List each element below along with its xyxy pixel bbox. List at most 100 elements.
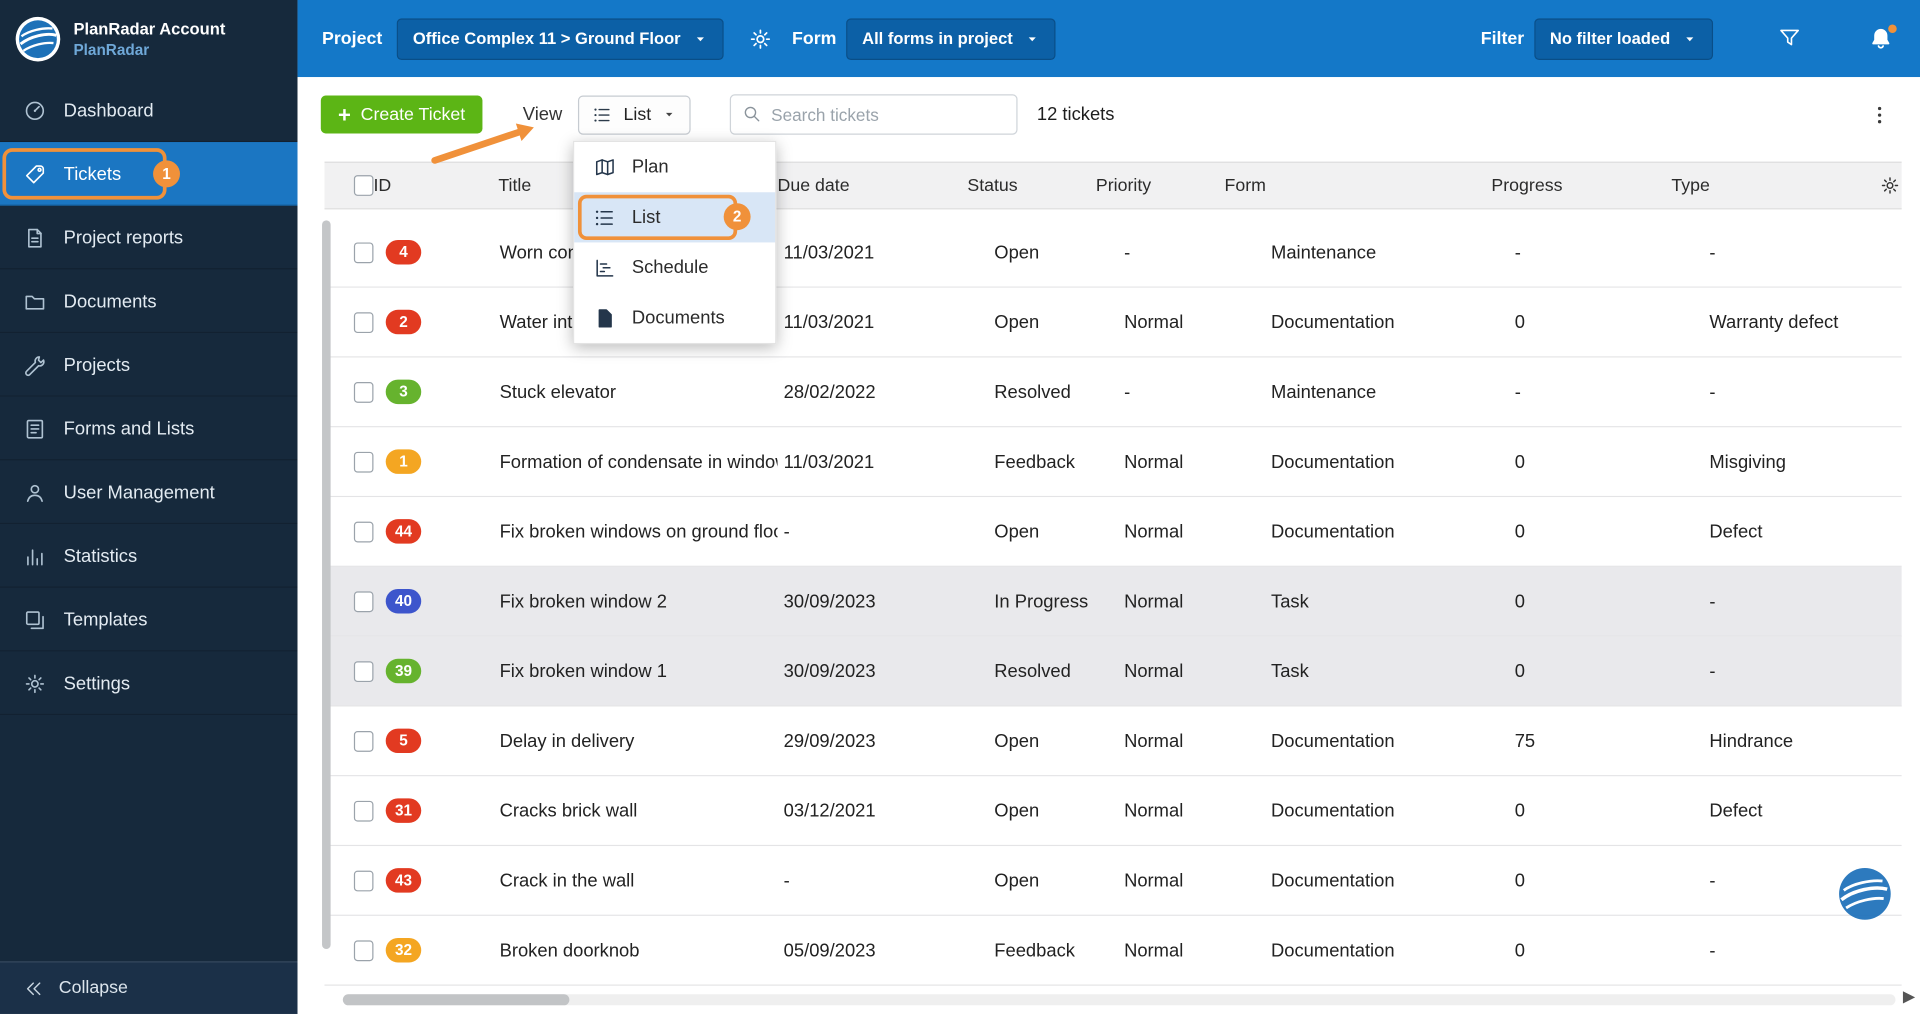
sidebar-item-label: Dashboard xyxy=(63,99,154,121)
horizontal-scrollbar-thumb[interactable] xyxy=(342,994,570,1006)
sidebar-item-tickets[interactable]: Tickets 1 xyxy=(0,142,298,206)
ticket-progress: 75 xyxy=(1514,730,1536,752)
ticket-type: Hindrance xyxy=(1709,730,1794,752)
row-checkbox[interactable] xyxy=(353,521,374,542)
notifications-bell-icon[interactable] xyxy=(1869,23,1897,50)
view-menu-item-label: Plan xyxy=(631,156,669,178)
ticket-due-date: 11/03/2021 xyxy=(783,451,875,473)
table-row[interactable]: 4 Worn con 11/03/2021 Open - Maintenance… xyxy=(324,217,1902,288)
ticket-priority: Normal xyxy=(1124,660,1184,682)
ticket-form: Documentation xyxy=(1271,521,1395,542)
table-row[interactable]: 3 Stuck elevator 28/02/2022 Resolved - M… xyxy=(324,357,1902,428)
column-header-id[interactable]: ID xyxy=(373,176,498,196)
column-header-priority[interactable]: Priority xyxy=(1096,176,1225,196)
collapse-button[interactable]: Collapse xyxy=(0,961,298,1014)
filter-funnel-icon[interactable] xyxy=(1778,27,1801,50)
search-icon xyxy=(742,104,762,124)
view-menu-item-schedule[interactable]: Schedule xyxy=(574,242,776,293)
column-header-progress[interactable]: Progress xyxy=(1491,176,1671,196)
table-row[interactable]: 31 Cracks brick wall 03/12/2021 Open Nor… xyxy=(324,776,1902,847)
sidebar-item-documents[interactable]: Documents xyxy=(0,269,298,333)
row-checkbox[interactable] xyxy=(353,451,374,473)
ticket-type: Warranty defect xyxy=(1709,311,1839,333)
column-header-type[interactable]: Type xyxy=(1671,176,1852,196)
tickets-table: ID Title Due date Status Priority Form P… xyxy=(324,161,1902,986)
row-checkbox[interactable] xyxy=(353,241,374,263)
ticket-due-date: 05/09/2023 xyxy=(783,939,876,961)
sidebar-item-label: Forms and Lists xyxy=(63,418,195,439)
sidebar-item-statistics[interactable]: Statistics xyxy=(0,524,298,588)
ticket-priority: Normal xyxy=(1124,939,1184,961)
view-menu-item-label: Schedule xyxy=(631,257,709,278)
table-row[interactable]: 32 Broken doorknob 05/09/2023 Feedback N… xyxy=(324,915,1902,986)
more-options-kebab-icon[interactable] xyxy=(1869,103,1891,125)
ticket-progress: - xyxy=(1514,241,1521,263)
ticket-id-badge: 5 xyxy=(385,728,422,754)
caret-down-icon xyxy=(662,108,675,121)
search-tickets-input[interactable] xyxy=(729,94,1018,135)
row-checkbox[interactable] xyxy=(353,660,374,682)
row-checkbox[interactable] xyxy=(353,311,374,333)
row-checkbox[interactable] xyxy=(353,730,374,752)
view-menu-item-documents[interactable]: Documents xyxy=(574,292,776,343)
view-label: View xyxy=(522,104,563,125)
ticket-icon xyxy=(23,162,46,185)
view-menu-item-list[interactable]: List 2 xyxy=(574,192,776,243)
project-label: Project xyxy=(322,28,383,49)
planradar-watermark-logo xyxy=(1839,868,1891,920)
content-area: Project Office Complex 11 > Ground Floor… xyxy=(297,0,1920,1014)
ticket-progress: 0 xyxy=(1514,869,1525,891)
ticket-title: Formation of condensate in window xyxy=(499,451,778,473)
gear-icon[interactable] xyxy=(748,26,772,50)
horizontal-scrollbar[interactable] xyxy=(342,994,1896,1006)
row-checkbox[interactable] xyxy=(353,590,374,612)
ticket-count: 12 tickets xyxy=(1036,104,1115,125)
ticket-type: - xyxy=(1709,381,1716,403)
ticket-progress: 0 xyxy=(1514,590,1525,612)
row-checkbox[interactable] xyxy=(353,800,374,822)
row-checkbox[interactable] xyxy=(353,869,374,891)
sidebar-item-project-reports[interactable]: Project reports xyxy=(0,206,298,270)
row-checkbox[interactable] xyxy=(353,381,374,403)
create-ticket-button[interactable]: + Create Ticket xyxy=(320,95,483,134)
filter-selector[interactable]: No filter loaded xyxy=(1533,17,1714,60)
sidebar-item-dashboard[interactable]: Dashboard xyxy=(0,78,298,142)
table-row[interactable]: 44 Fix broken windows on ground floor - … xyxy=(324,497,1902,567)
table-row[interactable]: 2 Water intr 11/03/2021 Open Normal Docu… xyxy=(324,287,1902,358)
sidebar-item-settings[interactable]: Settings xyxy=(0,651,298,715)
project-selector[interactable]: Office Complex 11 > Ground Floor xyxy=(396,17,724,60)
ticket-form: Documentation xyxy=(1271,869,1395,891)
table-row[interactable]: 1 Formation of condensate in window 11/0… xyxy=(324,427,1902,498)
column-settings-gear-icon[interactable] xyxy=(1880,175,1901,196)
column-header-status[interactable]: Status xyxy=(967,176,1096,196)
ticket-status: Open xyxy=(994,800,1040,822)
ticket-due-date: 28/02/2022 xyxy=(783,381,876,403)
sidebar-item-projects[interactable]: Projects xyxy=(0,333,298,397)
ticket-form: Documentation xyxy=(1271,730,1395,752)
row-checkbox[interactable] xyxy=(353,939,374,961)
table-row[interactable]: 43 Crack in the wall - Open Normal Docum… xyxy=(324,846,1902,916)
sidebar-item-user-management[interactable]: User Management xyxy=(0,460,298,524)
ticket-title: Fix broken windows on ground floor xyxy=(499,521,778,542)
column-header-due-date[interactable]: Due date xyxy=(778,176,968,196)
ticket-progress: 0 xyxy=(1514,311,1525,333)
view-dropdown-button[interactable]: List xyxy=(578,94,691,135)
scroll-right-arrow[interactable]: ▶ xyxy=(1903,987,1915,1007)
ticket-type: Misgiving xyxy=(1709,451,1786,473)
select-all-checkbox[interactable] xyxy=(353,175,374,196)
table-row[interactable]: 40 Fix broken window 2 30/09/2023 In Pro… xyxy=(324,566,1902,637)
ticket-type: - xyxy=(1709,660,1716,682)
form-selector[interactable]: All forms in project xyxy=(846,17,1056,60)
column-header-form[interactable]: Form xyxy=(1224,176,1491,196)
sidebar-item-forms-and-lists[interactable]: Forms and Lists xyxy=(0,397,298,461)
table-row[interactable]: 39 Fix broken window 1 30/09/2023 Resolv… xyxy=(324,636,1902,707)
ticket-id-badge: 44 xyxy=(385,519,422,544)
view-menu-item-plan[interactable]: Plan xyxy=(574,142,776,193)
table-row[interactable]: 5 Delay in delivery 29/09/2023 Open Norm… xyxy=(324,706,1902,777)
sidebar-item-templates[interactable]: Templates xyxy=(0,588,298,652)
sidebar-item-label: Documents xyxy=(63,290,157,312)
project-selector-value: Office Complex 11 > Ground Floor xyxy=(412,29,681,48)
filter-selector-value: No filter loaded xyxy=(1549,29,1671,48)
account-header[interactable]: PlanRadar Account PlanRadar xyxy=(0,0,298,78)
vertical-scrollbar[interactable] xyxy=(322,220,331,949)
